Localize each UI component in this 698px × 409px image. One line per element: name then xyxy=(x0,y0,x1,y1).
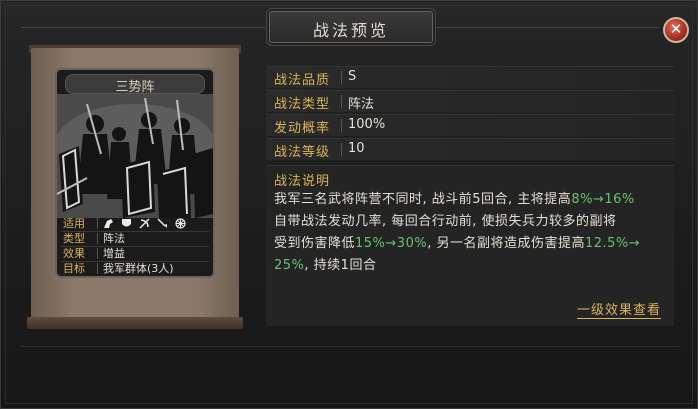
bottom-divider xyxy=(21,346,679,347)
card-row-divider xyxy=(97,233,98,244)
description-highlight: 15%→30% xyxy=(355,236,428,251)
card-row-applicable: 适用 xyxy=(61,216,209,232)
attr-row-type: 战法类型 阵法 xyxy=(266,90,674,112)
description-text: , 持续1回合 xyxy=(304,258,377,273)
description-highlight: 12.5%→ xyxy=(584,236,641,251)
attr-divider xyxy=(341,95,342,108)
card-name-plate: 三势阵 xyxy=(65,74,205,95)
attr-value: 阵法 xyxy=(348,97,375,112)
window-title-bar: 战法预览 xyxy=(269,11,433,43)
attr-label: 战法等级 xyxy=(274,145,331,160)
attr-value: 100% xyxy=(348,117,386,132)
description-text: 自带战法发动几率, 每回合行动前, 使损失兵力较多的副将 xyxy=(274,214,617,229)
view-level-one-effects-link[interactable]: 一级效果查看 xyxy=(577,299,662,319)
attr-row-quality: 战法品质 S xyxy=(266,66,674,88)
card-row-value: 增益 xyxy=(103,247,125,260)
attr-row-level: 战法等级 10 xyxy=(266,138,674,160)
tactic-preview-panel: 战法预览 ✕ 三势阵 适用 类型 阵法 效果 增益 目标 我军群体(3人) 战法… xyxy=(0,0,698,409)
card-row-value: 我军群体(3人) xyxy=(103,262,174,275)
card-name: 三势阵 xyxy=(115,80,155,95)
card-row-label: 目标 xyxy=(63,262,85,275)
description-text: 受到伤害降低 xyxy=(274,236,356,251)
card-row-divider xyxy=(97,263,98,274)
attr-label: 战法类型 xyxy=(274,97,331,112)
attr-label: 战法品质 xyxy=(274,73,331,88)
card-row-value: 阵法 xyxy=(103,232,125,245)
siege-icon xyxy=(175,218,186,229)
description-line-2: 自带战法发动几率, 每回合行动前, 使损失兵力较多的副将 xyxy=(274,210,617,229)
scroll-bottom-rod xyxy=(27,317,243,329)
description-line-1: 我军三名武将阵营不同时, 战斗前5回合, 主将提高8%→16% xyxy=(274,188,635,207)
archer-icon xyxy=(139,218,150,229)
title-divider-right xyxy=(435,27,659,28)
attr-value: S xyxy=(348,69,357,84)
card-row-label: 适用 xyxy=(63,217,85,230)
attr-divider xyxy=(341,119,342,132)
attr-divider xyxy=(341,71,342,84)
card-row-divider xyxy=(97,248,98,259)
description-highlight: 25% xyxy=(274,258,305,273)
description-line-3: 受到伤害降低15%→30%, 另一名副将造成伤害提高12.5%→ xyxy=(274,232,640,251)
tactic-card: 三势阵 适用 类型 阵法 效果 增益 目标 我军群体(3人) xyxy=(55,68,215,278)
description-highlight: 8%→16% xyxy=(571,192,635,207)
card-row-divider xyxy=(97,218,98,229)
shield-icon xyxy=(121,218,132,229)
card-illustration xyxy=(57,94,213,218)
card-row-label: 效果 xyxy=(63,247,85,260)
attr-divider xyxy=(341,143,342,156)
description-text: 我军三名武将阵营不同时, 战斗前5回合, 主将提高 xyxy=(274,192,572,207)
spear-icon xyxy=(157,218,168,229)
card-row-effect: 效果 增益 xyxy=(61,246,209,262)
description-title: 战法说明 xyxy=(274,174,331,189)
attr-label: 发动概率 xyxy=(274,121,331,136)
close-button[interactable]: ✕ xyxy=(663,17,689,43)
attr-value: 10 xyxy=(348,141,365,156)
card-info: 适用 类型 阵法 效果 增益 目标 我军群体(3人) xyxy=(61,216,209,275)
title-divider-left xyxy=(21,27,265,28)
description-text: , 另一名副将造成伤害提高 xyxy=(427,236,585,251)
card-row-type: 类型 阵法 xyxy=(61,231,209,247)
cavalry-icon xyxy=(103,218,114,229)
card-row-target: 目标 我军群体(3人) xyxy=(61,261,209,276)
window-title: 战法预览 xyxy=(312,21,389,40)
description-line-4: 25%, 持续1回合 xyxy=(274,254,376,273)
card-row-label: 类型 xyxy=(63,232,85,245)
attr-row-probability: 发动概率 100% xyxy=(266,114,674,136)
